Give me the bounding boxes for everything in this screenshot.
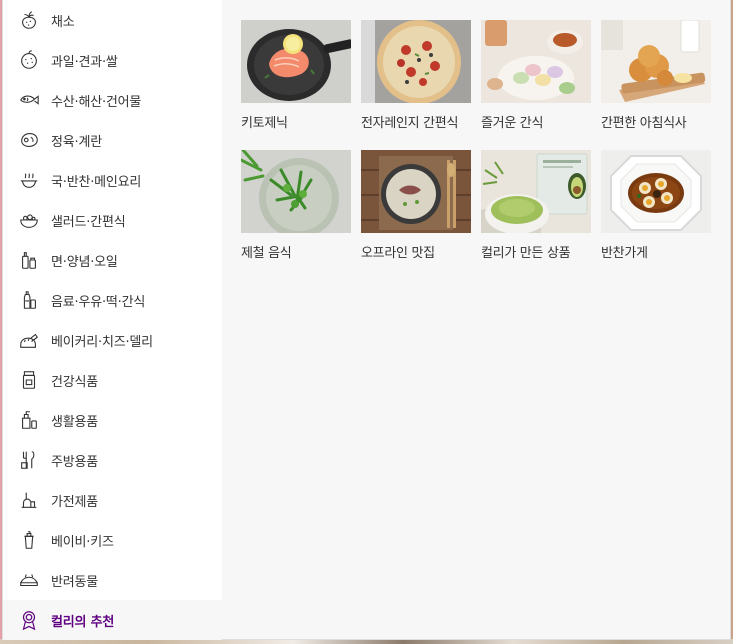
category-label: 베이비·키즈	[51, 534, 114, 550]
category-item-vegetable[interactable]: 채소	[3, 0, 222, 40]
meat-icon	[17, 128, 41, 152]
bread-icon	[17, 328, 41, 352]
drink-icon	[17, 288, 41, 312]
subcategory-tile-keto[interactable]: 키토제닉	[241, 20, 351, 131]
subcategory-label: 제철 음식	[241, 246, 292, 261]
ribbon-icon	[17, 608, 41, 632]
appliance-icon	[17, 488, 41, 512]
category-label: 반려동물	[51, 574, 99, 590]
category-label: 음료·우유·떡·간식	[51, 294, 146, 310]
beef-soup-image	[361, 150, 471, 233]
subcategory-label: 오프라인 맛집	[361, 246, 435, 261]
category-label: 정육·계란	[51, 134, 102, 150]
fruit-icon	[17, 48, 41, 72]
category-item-kitchen[interactable]: 주방용품	[3, 440, 222, 480]
category-label: 면·양념·오일	[51, 254, 118, 270]
category-item-seafood[interactable]: 수산·해산·건어물	[3, 80, 222, 120]
subcategory-tile-offline-restaurant[interactable]: 오프라인 맛집	[361, 150, 471, 261]
pet-icon	[17, 568, 41, 592]
macaron-tea-image	[481, 20, 591, 103]
category-item-drink[interactable]: 음료·우유·떡·간식	[3, 280, 222, 320]
subcategory-label: 즐거운 간식	[481, 116, 544, 131]
category-item-fruit[interactable]: 과일·견과·쌀	[3, 40, 222, 80]
category-item-salad[interactable]: 샐러드·간편식	[3, 200, 222, 240]
pizza-image	[361, 20, 471, 103]
subcategory-tile-snack[interactable]: 즐거운 간식	[481, 20, 591, 131]
health-icon	[17, 368, 41, 392]
living-icon	[17, 408, 41, 432]
vegetable-icon	[17, 8, 41, 32]
braised-eggs-image	[601, 150, 711, 233]
category-sidebar: 채소 과일·견과·쌀 수산·해산·건어물 정육·계란 국·반찬·메인요리 샐러드…	[3, 0, 222, 640]
category-item-baby[interactable]: 베이비·키즈	[3, 520, 222, 560]
category-item-kurly-recommend[interactable]: 컬리의 추천	[3, 600, 222, 640]
subcategory-label: 반찬가게	[601, 246, 648, 261]
category-label: 채소	[51, 14, 75, 30]
salad-icon	[17, 208, 41, 232]
category-label: 과일·견과·쌀	[51, 54, 118, 70]
subcategory-tile-side-dish[interactable]: 반찬가게	[601, 150, 711, 261]
herb-salad-image	[241, 150, 351, 233]
category-label: 건강식품	[51, 374, 99, 390]
seasoning-icon	[17, 248, 41, 272]
category-label: 수산·해산·건어물	[51, 94, 142, 110]
subcategory-label: 간편한 아침식사	[601, 116, 687, 131]
subcategory-tile-kurly-made[interactable]: 컬리가 만든 상품	[481, 150, 591, 261]
salmon-steak-image	[241, 20, 351, 103]
category-label: 베이커리·치즈·델리	[51, 334, 153, 350]
category-dropdown-menu: 채소 과일·견과·쌀 수산·해산·건어물 정육·계란 국·반찬·메인요리 샐러드…	[2, 0, 731, 640]
baby-icon	[17, 528, 41, 552]
category-label: 가전제품	[51, 494, 99, 510]
subcategory-panel: 키토제닉 전자레인지 간편식 즐거운 간식 간편한 아침식사 제철 음식 오프라…	[222, 0, 730, 639]
category-label: 컬리의 추천	[51, 614, 115, 630]
category-label: 주방용품	[51, 454, 99, 470]
category-item-bakery[interactable]: 베이커리·치즈·델리	[3, 320, 222, 360]
category-label: 생활용품	[51, 414, 99, 430]
category-item-noodle[interactable]: 면·양념·오일	[3, 240, 222, 280]
avocado-product-image	[481, 150, 591, 233]
category-item-appliance[interactable]: 가전제품	[3, 480, 222, 520]
pot-icon	[17, 168, 41, 192]
kitchen-icon	[17, 448, 41, 472]
subcategory-label: 전자레인지 간편식	[361, 116, 459, 131]
category-label: 국·반찬·메인요리	[51, 174, 142, 190]
category-item-pet[interactable]: 반려동물	[3, 560, 222, 600]
subcategory-tile-breakfast[interactable]: 간편한 아침식사	[601, 20, 711, 131]
category-item-health[interactable]: 건강식품	[3, 360, 222, 400]
category-item-living[interactable]: 생활용품	[3, 400, 222, 440]
category-label: 샐러드·간편식	[51, 214, 126, 230]
subcategory-tile-microwave[interactable]: 전자레인지 간편식	[361, 20, 471, 131]
subcategory-label: 컬리가 만든 상품	[481, 246, 571, 261]
subcategory-label: 키토제닉	[241, 116, 288, 131]
category-item-soup[interactable]: 국·반찬·메인요리	[3, 160, 222, 200]
bread-rolls-image	[601, 20, 711, 103]
category-item-meat[interactable]: 정육·계란	[3, 120, 222, 160]
fish-icon	[17, 88, 41, 112]
subcategory-tile-seasonal[interactable]: 제철 음식	[241, 150, 351, 261]
